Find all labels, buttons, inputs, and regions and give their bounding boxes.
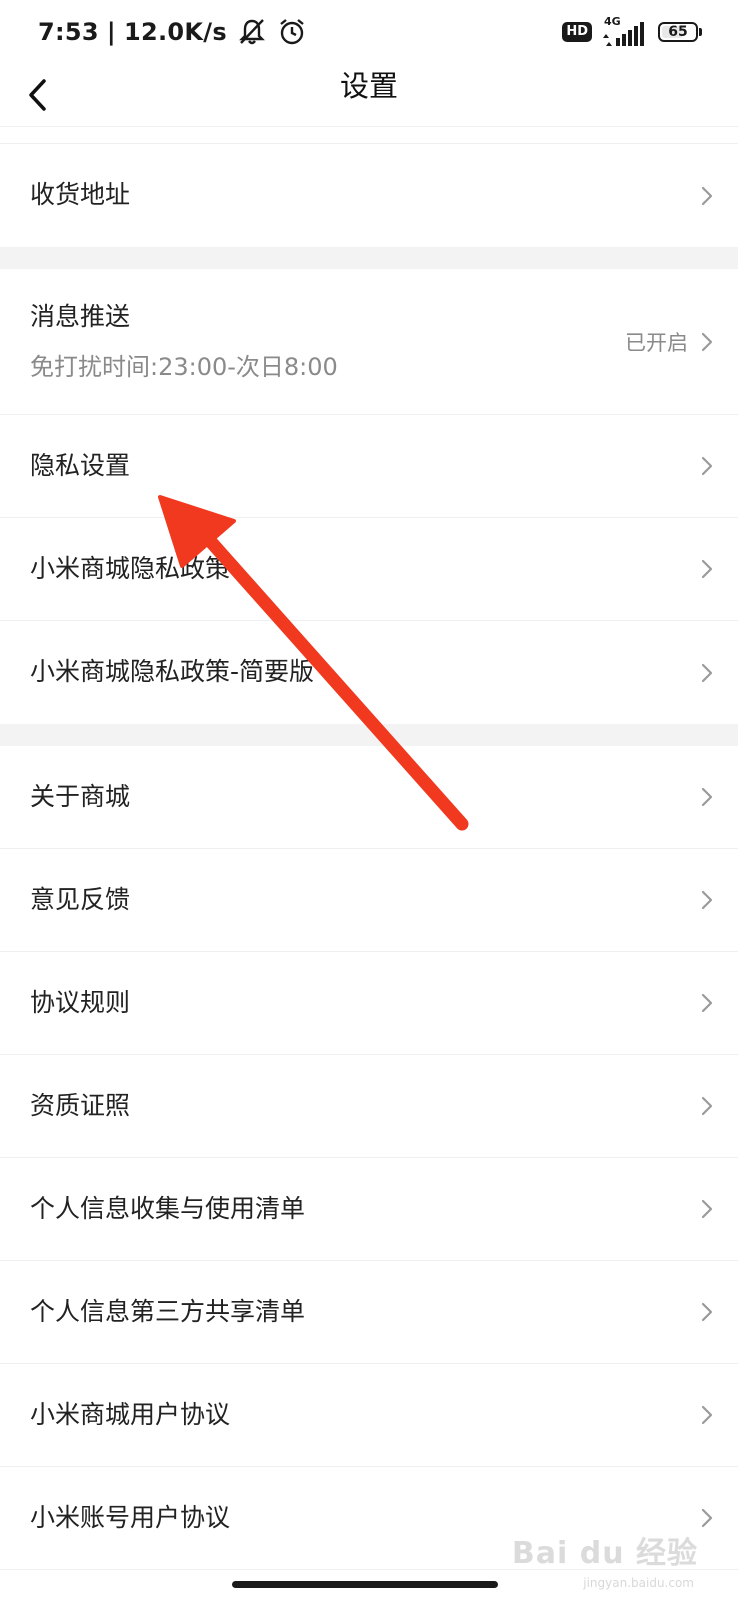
list-item-label: 个人信息收集与使用清单 (30, 1194, 306, 1223)
signal-strength-icon: 4G (600, 15, 646, 46)
alarm-clock-icon (277, 17, 307, 47)
list-item-label: 小米商城隐私政策-简要版 (30, 657, 315, 686)
list-item-mall-user-agreement[interactable]: 小米商城用户协议 (0, 1364, 738, 1467)
nav-bar: 设置 (0, 64, 738, 127)
list-item-privacy-policy-brief[interactable]: 小米商城隐私政策-简要版 (0, 621, 738, 724)
status-left: 7:53 | 12.0K/s (38, 14, 307, 50)
chevron-right-icon (700, 746, 714, 848)
list-item-qualifications[interactable]: 资质证照 (0, 1055, 738, 1158)
home-indicator[interactable] (232, 1581, 498, 1588)
list-item-label: 小米商城用户协议 (30, 1400, 231, 1429)
list-item-address[interactable]: 收货地址 (0, 144, 738, 247)
push-status-value: 已开启 (625, 330, 688, 355)
list-item-label: 小米商城隐私政策 (30, 554, 231, 583)
battery-icon: 65 (658, 22, 702, 42)
watermark-url: jingyan.baidu.com (583, 1576, 694, 1590)
bell-muted-icon (237, 17, 267, 47)
list-item-third-party-sharing[interactable]: 个人信息第三方共享清单 (0, 1261, 738, 1364)
chevron-right-icon (700, 1055, 714, 1157)
chevron-right-icon (700, 144, 714, 247)
list-item-privacy-settings[interactable]: 隐私设置 (0, 415, 738, 518)
list-item-personal-info-collection[interactable]: 个人信息收集与使用清单 (0, 1158, 738, 1261)
section-divider (0, 127, 738, 144)
list-item-label: 关于商城 (30, 782, 131, 811)
list-item-about[interactable]: 关于商城 (0, 746, 738, 849)
network-speed: 12.0K/s (123, 18, 227, 46)
status-right: HD 4G 65 (562, 15, 702, 48)
hd-badge: HD (562, 22, 592, 42)
chevron-right-icon (700, 1261, 714, 1363)
list-item-label: 协议规则 (30, 988, 131, 1017)
section-gap (0, 247, 738, 269)
chevron-right-icon (700, 1158, 714, 1260)
list-item-label: 隐私设置 (30, 451, 131, 480)
status-separator: | (106, 18, 116, 46)
page-title: 设置 (339, 69, 398, 103)
list-item-label: 收货地址 (30, 180, 131, 209)
chevron-right-icon (700, 621, 714, 724)
do-not-disturb-time: 免打扰时间:23:00-次日8:00 (30, 353, 338, 381)
chevron-right-icon (700, 415, 714, 517)
section-gap (0, 724, 738, 746)
status-bar: 7:53 | 12.0K/s HD 4G 65 (0, 0, 738, 64)
chevron-right-icon (700, 849, 714, 951)
list-item-feedback[interactable]: 意见反馈 (0, 849, 738, 952)
list-item-label: 消息推送 (30, 302, 131, 331)
list-item-label: 个人信息第三方共享清单 (30, 1297, 306, 1326)
battery-percent: 65 (668, 24, 688, 40)
chevron-right-icon (700, 1364, 714, 1466)
chevron-right-icon (700, 1467, 714, 1569)
settings-list: 收货地址 消息推送 免打扰时间:23:00-次日8:00 已开启 隐私设置 小米… (0, 127, 738, 1570)
baidu-watermark-logo: Bai du 经验 (511, 1536, 698, 1571)
chevron-right-icon (700, 518, 714, 620)
chevron-right-icon (700, 269, 714, 414)
list-item-privacy-policy[interactable]: 小米商城隐私政策 (0, 518, 738, 621)
status-time: 7:53 (38, 18, 99, 46)
list-item-agreement-rules[interactable]: 协议规则 (0, 952, 738, 1055)
chevron-right-icon (700, 952, 714, 1054)
list-item-label: 小米账号用户协议 (30, 1503, 231, 1532)
list-item-label: 意见反馈 (30, 885, 131, 914)
list-item-message-push[interactable]: 消息推送 免打扰时间:23:00-次日8:00 已开启 (0, 269, 738, 415)
list-item-label: 资质证照 (30, 1091, 131, 1120)
